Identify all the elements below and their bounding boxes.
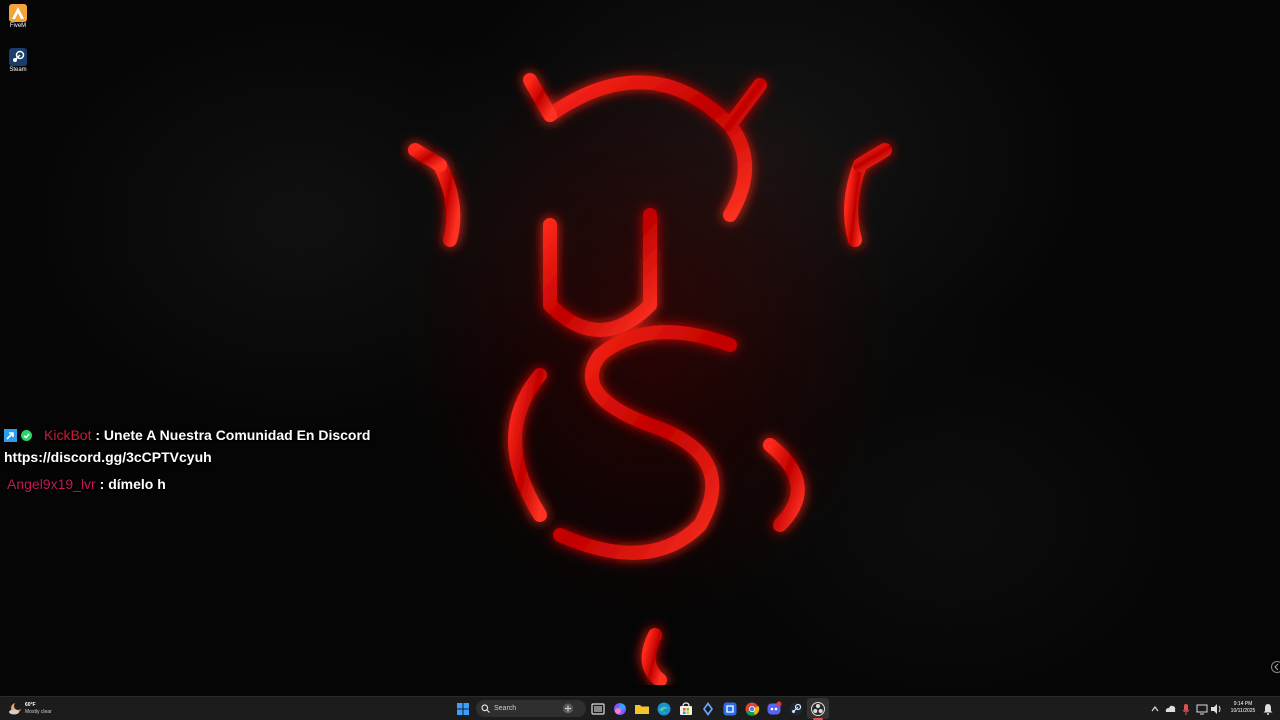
chevron-up-icon[interactable]	[1150, 701, 1160, 717]
chat-message: Angel9x19_lvr : dímelo h	[4, 473, 424, 495]
store-icon[interactable]	[678, 701, 694, 717]
edge-icon[interactable]	[656, 701, 672, 717]
taskbar: 60°F Mostly clear Search 9:14 PM 10/11/2…	[0, 696, 1280, 720]
copilot-icon[interactable]	[612, 701, 628, 717]
wallpaper-emblem	[408, 73, 892, 685]
clock-date[interactable]: 10/11/2025	[1226, 708, 1260, 715]
fivem-icon	[9, 4, 27, 22]
task-view-icon[interactable]	[590, 701, 606, 717]
network-icon[interactable]	[1196, 701, 1208, 717]
chat-username[interactable]: Angel9x19_lvr	[7, 476, 96, 492]
app-icon[interactable]	[700, 701, 716, 717]
search-icon	[481, 704, 490, 713]
taskbar-search[interactable]: Search	[476, 700, 586, 717]
onedrive-icon[interactable]	[1164, 701, 1177, 717]
clock-time[interactable]: 9:14 PM	[1226, 701, 1260, 708]
scroll-arrow-icon[interactable]	[1270, 660, 1280, 674]
start-icon[interactable]	[455, 701, 471, 717]
weather-widget[interactable]: 60°F Mostly clear	[8, 700, 68, 718]
chat-text: dímelo h	[108, 476, 166, 492]
weather-condition: Mostly clear	[25, 709, 52, 715]
steam-icon	[9, 48, 27, 66]
obs-icon[interactable]	[810, 701, 826, 717]
weather-temp: 60°F	[25, 702, 36, 708]
kick-badge-icon	[4, 429, 17, 442]
desktop-icon-steam[interactable]: Steam	[4, 48, 32, 73]
notification-bell-icon[interactable]	[1262, 701, 1274, 717]
verified-icon	[21, 430, 32, 441]
chat-message: KickBot : Unete A Nuestra Comunidad En D…	[4, 424, 424, 446]
chat-separator: :	[91, 427, 104, 443]
search-label: Search	[494, 705, 517, 712]
chat-username[interactable]: KickBot	[44, 427, 91, 443]
chat-message-continuation: https://discord.gg/3cCPTVcyuh	[4, 449, 212, 465]
microphone-icon[interactable]	[1180, 701, 1192, 717]
desktop-icon-label: FiveM	[9, 23, 27, 29]
desktop: FiveM Steam KickBot : Unete A Nuestra Co…	[0, 0, 1280, 696]
chat-overlay: KickBot : Unete A Nuestra Comunidad En D…	[4, 424, 424, 495]
steam-icon[interactable]	[788, 701, 804, 717]
desktop-icon-label: Steam	[9, 67, 27, 73]
chrome-icon[interactable]	[744, 701, 760, 717]
search-highlight-icon	[563, 703, 573, 714]
discord-icon[interactable]	[766, 701, 782, 717]
chat-separator: :	[95, 476, 109, 492]
volume-icon[interactable]	[1210, 701, 1222, 717]
weather-moon-icon	[9, 702, 22, 715]
chat-text: Unete A Nuestra Comunidad En Discord	[103, 427, 371, 443]
file-explorer-icon[interactable]	[634, 701, 650, 717]
desktop-icon-fivem[interactable]: FiveM	[4, 4, 32, 29]
blue-app-icon[interactable]	[722, 701, 738, 717]
